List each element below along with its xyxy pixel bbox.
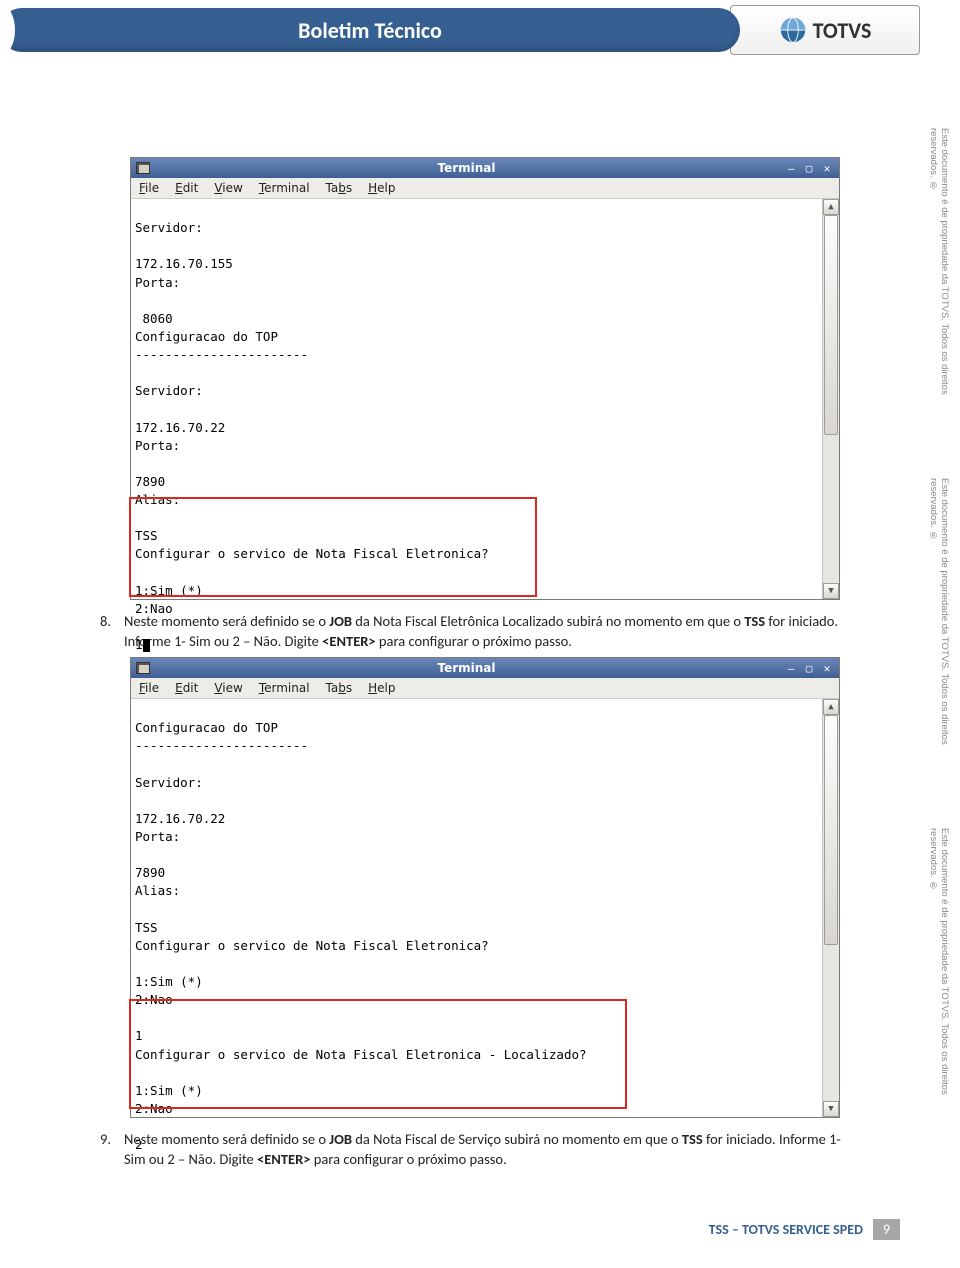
menu-bar: File Edit View Terminal Tabs Help xyxy=(131,178,839,199)
step-text: para configurar o próximo passo. xyxy=(376,632,572,650)
terminal-output: Configuracao do TOP --------------------… xyxy=(131,699,822,1117)
step-text: da Nota Fiscal Eletrônica Localizado sub… xyxy=(352,612,744,630)
watermark-text: Este documento é de propriedade da TOTVS… xyxy=(928,128,950,438)
scroll-track[interactable] xyxy=(823,215,839,583)
menu-terminal[interactable]: Terminal xyxy=(259,681,310,695)
menu-help[interactable]: Help xyxy=(368,181,395,195)
terminal-window: Terminal — ▢ ✕ File Edit View Terminal T… xyxy=(130,657,840,1118)
globe-icon xyxy=(779,16,807,44)
step-body: Neste momento será definido se o JOB da … xyxy=(124,612,860,651)
step-text: da Nota Fiscal de Serviço subirá no mome… xyxy=(352,1130,682,1148)
scroll-track[interactable] xyxy=(823,715,839,1101)
scroll-thumb[interactable] xyxy=(824,715,838,945)
scroll-thumb[interactable] xyxy=(824,215,838,435)
step-text: para configurar o próximo passo. xyxy=(311,1150,507,1168)
step-9: 9. Neste momento será definido se o JOB … xyxy=(100,1130,860,1169)
terminal-text: Servidor: 172.16.70.155 Porta: 8060 Conf… xyxy=(135,220,489,652)
menu-tabs[interactable]: Tabs xyxy=(326,181,353,195)
maximize-icon[interactable]: ▢ xyxy=(801,661,817,675)
window-title: Terminal xyxy=(150,161,783,175)
menu-view[interactable]: View xyxy=(214,181,242,195)
footer-label: TSS – TOTVS SERVICE SPED xyxy=(709,1221,863,1238)
scroll-up-icon[interactable]: ▲ xyxy=(823,199,839,215)
menu-file[interactable]: File xyxy=(139,181,159,195)
step-number: 9. xyxy=(100,1130,124,1169)
scroll-down-icon[interactable]: ▼ xyxy=(823,583,839,599)
terminal-app-icon xyxy=(136,662,150,674)
brand-text: TOTVS xyxy=(813,17,872,44)
header-title-text: Boletim Técnico xyxy=(298,17,442,44)
window-titlebar: Terminal — ▢ ✕ xyxy=(131,158,839,178)
header-banner: Boletim Técnico TOTVS xyxy=(0,8,960,68)
watermark-text: Este documento é de propriedade da TOTVS… xyxy=(928,828,950,1138)
scrollbar[interactable]: ▲ ▼ xyxy=(822,699,839,1117)
step-bold: TSS xyxy=(744,612,765,630)
step-text: Neste momento será definido se o xyxy=(124,1130,329,1148)
step-number: 8. xyxy=(100,612,124,651)
menu-help[interactable]: Help xyxy=(368,681,395,695)
step-bold: TSS xyxy=(682,1130,703,1148)
window-titlebar: Terminal — ▢ ✕ xyxy=(131,658,839,678)
watermark-text: Este documento é de propriedade da TOTVS… xyxy=(928,478,950,788)
close-icon[interactable]: ✕ xyxy=(819,161,835,175)
step-bold: <ENTER> xyxy=(322,632,375,650)
page-title: Boletim Técnico xyxy=(0,8,740,52)
step-8: 8. Neste momento será definido se o JOB … xyxy=(100,612,860,651)
step-body: Neste momento será definido se o JOB da … xyxy=(124,1130,860,1169)
menu-terminal[interactable]: Terminal xyxy=(259,181,310,195)
maximize-icon[interactable]: ▢ xyxy=(801,161,817,175)
menu-tabs[interactable]: Tabs xyxy=(326,681,353,695)
scroll-up-icon[interactable]: ▲ xyxy=(823,699,839,715)
footer: TSS – TOTVS SERVICE SPED 9 xyxy=(709,1219,900,1240)
menu-bar: File Edit View Terminal Tabs Help xyxy=(131,678,839,699)
page-number: 9 xyxy=(873,1219,900,1240)
menu-edit[interactable]: Edit xyxy=(175,681,198,695)
terminal-text: Configuracao do TOP --------------------… xyxy=(135,720,587,1152)
terminal-app-icon xyxy=(136,162,150,174)
minimize-icon[interactable]: — xyxy=(783,161,799,175)
menu-view[interactable]: View xyxy=(214,681,242,695)
terminal-output: Servidor: 172.16.70.155 Porta: 8060 Conf… xyxy=(131,199,822,599)
terminal-window: Terminal — ▢ ✕ File Edit View Terminal T… xyxy=(130,157,840,600)
step-bold: JOB xyxy=(329,612,352,630)
scroll-down-icon[interactable]: ▼ xyxy=(823,1101,839,1117)
step-bold: <ENTER> xyxy=(257,1150,310,1168)
window-title: Terminal xyxy=(150,661,783,675)
scrollbar[interactable]: ▲ ▼ xyxy=(822,199,839,599)
brand-logo: TOTVS xyxy=(730,5,920,55)
step-bold: JOB xyxy=(329,1130,352,1148)
close-icon[interactable]: ✕ xyxy=(819,661,835,675)
menu-edit[interactable]: Edit xyxy=(175,181,198,195)
cursor-icon xyxy=(143,639,150,652)
minimize-icon[interactable]: — xyxy=(783,661,799,675)
